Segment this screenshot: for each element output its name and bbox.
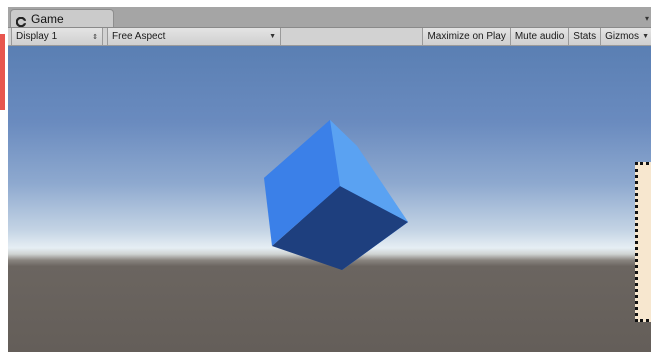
game-toolbar: Display 1 ⇕ Free Aspect ▼ Maximize on Pl… <box>8 28 651 46</box>
aspect-dropdown[interactable]: Free Aspect ▼ <box>107 28 281 45</box>
chevron-down-icon: ▼ <box>642 33 649 40</box>
tab-game[interactable]: Game <box>10 9 114 27</box>
game-viewport[interactable] <box>8 46 651 352</box>
display-dropdown[interactable]: Display 1 ⇕ <box>11 28 103 45</box>
mute-audio-button[interactable]: Mute audio <box>509 28 569 45</box>
unity-logo-icon <box>15 14 27 27</box>
gizmos-dropdown[interactable]: Gizmos ▼ <box>600 28 651 45</box>
display-dropdown-label: Display 1 <box>16 31 58 42</box>
scene-cube <box>264 120 408 270</box>
pane-options-icon[interactable]: ▾ <box>645 14 649 23</box>
aspect-dropdown-label: Free Aspect <box>112 31 166 42</box>
game-window: Game ▾ Display 1 ⇕ Free Aspect ▼ Maximiz… <box>8 7 651 352</box>
left-accent-bar <box>0 34 5 110</box>
maximize-on-play-button[interactable]: Maximize on Play <box>422 28 510 45</box>
tab-game-label: Game <box>31 11 64 26</box>
updown-arrows-icon: ⇕ <box>92 33 98 41</box>
side-panel <box>635 162 651 322</box>
chevron-down-icon: ▼ <box>269 33 276 40</box>
tab-bar: Game ▾ <box>8 7 651 28</box>
gizmos-label: Gizmos <box>605 31 639 42</box>
stats-button[interactable]: Stats <box>568 28 601 45</box>
